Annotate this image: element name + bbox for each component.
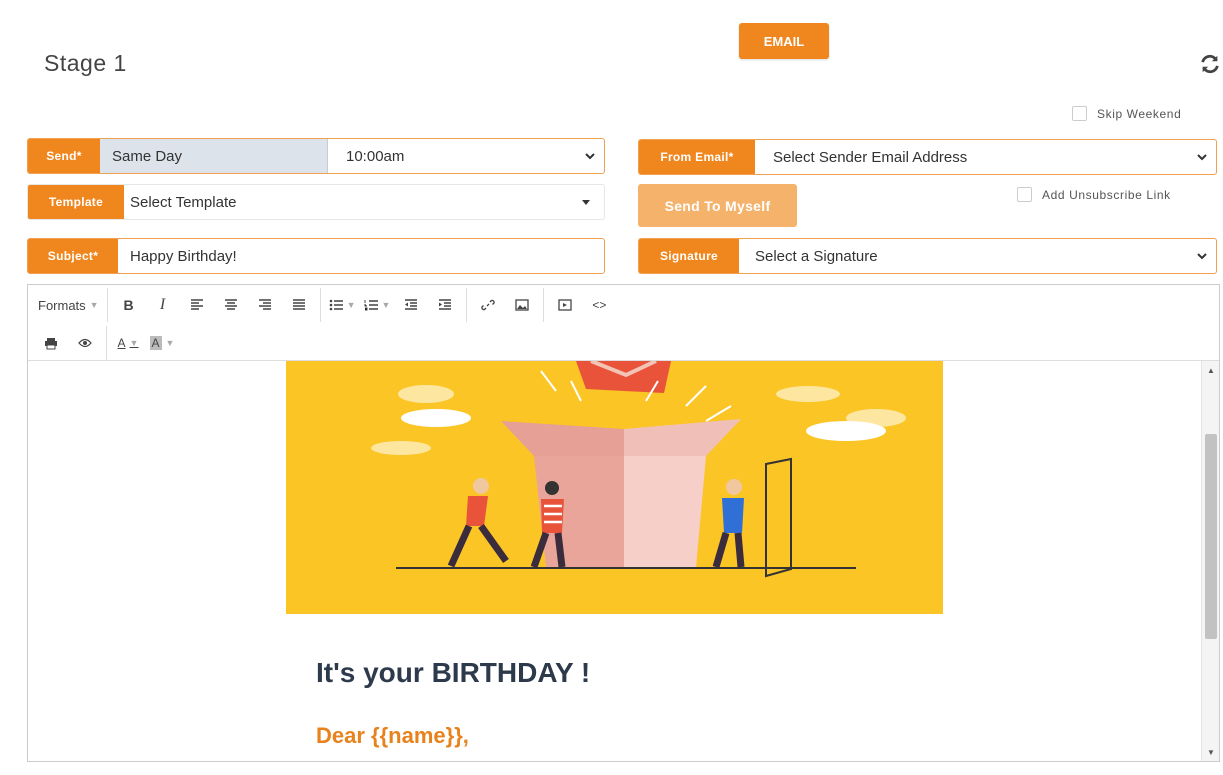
birthday-banner-image	[286, 361, 943, 614]
send-time-select[interactable]: 10:00am	[328, 139, 604, 173]
text-color-button[interactable]: A ▼	[115, 328, 141, 358]
editor-toolbar: Formats ▼ B I ▼ ▼ <> A ▼ A ▼	[28, 285, 1219, 361]
subject-value: Happy Birthday!	[130, 247, 237, 265]
chevron-down-icon	[585, 153, 595, 160]
indent-icon[interactable]	[432, 290, 458, 320]
chevron-down-icon	[1197, 154, 1207, 161]
editor-scrollbar[interactable]: ▲ ▼	[1201, 361, 1219, 761]
align-justify-icon[interactable]	[286, 290, 312, 320]
subject-label: Subject*	[28, 239, 118, 273]
send-day-value: Same Day	[112, 147, 183, 165]
skip-weekend-option[interactable]: Skip Weekend	[1072, 106, 1181, 121]
from-email-select[interactable]: Select Sender Email Address	[755, 140, 1216, 174]
add-unsubscribe-label: Add Unsubscribe Link	[1042, 187, 1171, 202]
template-select[interactable]: Select Template	[124, 185, 604, 219]
signature-field: Signature Select a Signature	[638, 238, 1217, 274]
template-field: Template Select Template	[27, 184, 605, 220]
send-day-select[interactable]: Same Day	[100, 139, 328, 173]
email-button[interactable]: EMAIL	[739, 23, 829, 59]
email-editor: Formats ▼ B I ▼ ▼ <> A ▼ A ▼ It's your B…	[27, 284, 1220, 762]
refresh-icon[interactable]	[1196, 50, 1223, 78]
signature-label: Signature	[639, 239, 739, 273]
preview-icon[interactable]	[72, 328, 98, 358]
align-center-icon[interactable]	[218, 290, 244, 320]
add-unsubscribe-checkbox[interactable]	[1017, 187, 1032, 202]
bullet-list-icon[interactable]: ▼	[329, 290, 356, 320]
numbered-list-icon[interactable]: ▼	[364, 290, 390, 320]
bold-button[interactable]: B	[116, 290, 142, 320]
chevron-down-icon	[1197, 253, 1207, 260]
signature-value: Select a Signature	[755, 247, 878, 265]
from-email-label: From Email*	[639, 140, 755, 174]
skip-weekend-checkbox[interactable]	[1072, 106, 1087, 121]
caret-down-icon	[582, 200, 590, 205]
email-greeting: Dear {{name}},	[316, 723, 469, 748]
scroll-thumb[interactable]	[1205, 434, 1217, 639]
align-right-icon[interactable]	[252, 290, 278, 320]
code-icon[interactable]: <>	[586, 290, 612, 320]
from-email-field: From Email* Select Sender Email Address	[638, 139, 1217, 175]
template-label: Template	[28, 185, 124, 219]
align-left-icon[interactable]	[184, 290, 210, 320]
background-color-label: A	[149, 336, 162, 350]
background-color-button[interactable]: A ▼	[149, 328, 175, 358]
italic-button[interactable]: I	[150, 290, 176, 320]
subject-input[interactable]: Happy Birthday!	[118, 239, 604, 273]
formats-label: Formats	[38, 297, 86, 313]
editor-content[interactable]: It's your BIRTHDAY ! Dear {{name}},	[28, 361, 1202, 761]
subject-field: Subject* Happy Birthday!	[27, 238, 605, 274]
add-unsubscribe-option[interactable]: Add Unsubscribe Link	[1017, 187, 1171, 202]
from-email-value: Select Sender Email Address	[773, 148, 968, 166]
text-color-label: A	[117, 336, 126, 350]
media-icon[interactable]	[552, 290, 578, 320]
send-to-myself-button[interactable]: Send To Myself	[638, 184, 797, 227]
send-field: Send* Same Day 10:00am	[27, 138, 605, 174]
scroll-down-icon[interactable]: ▼	[1206, 747, 1216, 757]
formats-dropdown[interactable]: Formats ▼	[38, 290, 99, 320]
email-title: It's your BIRTHDAY !	[316, 657, 591, 688]
image-icon[interactable]	[509, 290, 535, 320]
scroll-up-icon[interactable]: ▲	[1206, 365, 1216, 375]
outdent-icon[interactable]	[398, 290, 424, 320]
skip-weekend-label: Skip Weekend	[1097, 106, 1182, 121]
page-title: Stage 1	[44, 50, 127, 76]
signature-select[interactable]: Select a Signature	[739, 239, 1216, 273]
send-label: Send*	[28, 139, 100, 173]
send-time-value: 10:00am	[346, 147, 405, 165]
template-value: Select Template	[130, 193, 237, 211]
link-icon[interactable]	[475, 290, 501, 320]
print-icon[interactable]	[38, 328, 64, 358]
